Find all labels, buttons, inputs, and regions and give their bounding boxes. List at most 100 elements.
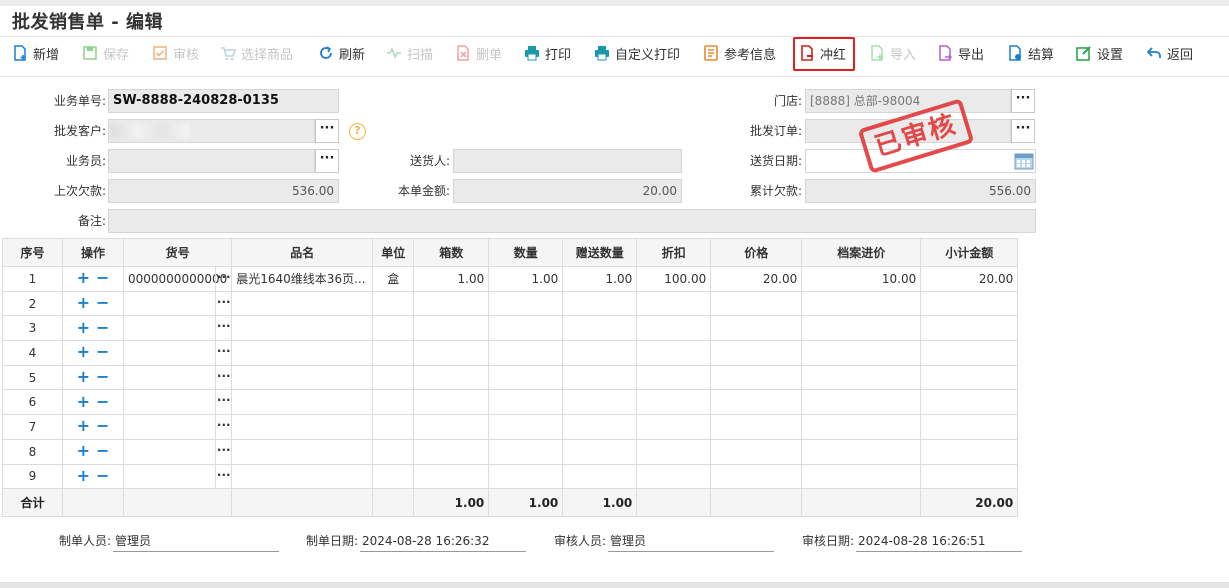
- save-button[interactable]: 保存: [82, 43, 129, 63]
- unit-cell[interactable]: [372, 315, 415, 342]
- select-button[interactable]: 选择商品: [220, 43, 293, 63]
- remark-field[interactable]: [108, 209, 1036, 233]
- add-row-icon[interactable]: +: [77, 270, 90, 286]
- table-row[interactable]: 6 + − ···: [2, 389, 1019, 416]
- unit-cell[interactable]: [372, 463, 415, 490]
- item-name-cell[interactable]: [231, 340, 374, 366]
- item-code-cell[interactable]: ···: [122, 389, 233, 416]
- boxes-cell[interactable]: [413, 290, 490, 317]
- remove-row-icon[interactable]: −: [96, 443, 109, 459]
- remove-row-icon[interactable]: −: [96, 393, 109, 409]
- settle-button[interactable]: 结算: [1007, 43, 1054, 63]
- unit-cell[interactable]: [372, 290, 415, 317]
- scan-button[interactable]: 扫描: [386, 43, 433, 63]
- gift-cell[interactable]: [562, 340, 638, 366]
- unit-cell[interactable]: [372, 364, 415, 391]
- cost-cell[interactable]: [801, 463, 922, 490]
- add-row-icon[interactable]: +: [77, 319, 90, 335]
- salesman-picker-button[interactable]: ···: [315, 149, 339, 173]
- item-code-cell[interactable]: 0000000000000 ···: [122, 266, 233, 292]
- subtotal-cell[interactable]: [920, 290, 1019, 317]
- calendar-icon[interactable]: [1014, 152, 1034, 170]
- cost-cell[interactable]: [801, 290, 922, 317]
- item-code-cell[interactable]: ···: [122, 290, 233, 317]
- add-row-icon[interactable]: +: [77, 467, 90, 483]
- amount-field[interactable]: 20.00: [453, 179, 682, 203]
- remove-row-icon[interactable]: −: [96, 418, 109, 434]
- remove-row-icon[interactable]: −: [96, 295, 109, 311]
- add-row-icon[interactable]: +: [77, 393, 90, 409]
- cost-cell[interactable]: [801, 340, 922, 366]
- item-code-cell[interactable]: ···: [122, 414, 233, 440]
- qty-cell[interactable]: [488, 315, 564, 342]
- unit-cell[interactable]: [372, 389, 415, 416]
- gift-cell[interactable]: [562, 414, 638, 440]
- gift-cell[interactable]: [562, 389, 638, 416]
- qty-cell[interactable]: [488, 290, 564, 317]
- discount-cell[interactable]: [636, 315, 712, 342]
- gift-cell[interactable]: 1.00: [562, 266, 638, 292]
- qty-cell[interactable]: [488, 414, 564, 440]
- cost-cell[interactable]: [801, 389, 922, 416]
- price-cell[interactable]: [710, 364, 803, 391]
- item-picker-button[interactable]: ···: [215, 366, 231, 389]
- subtotal-cell[interactable]: 20.00: [920, 266, 1019, 292]
- gift-cell[interactable]: [562, 364, 638, 391]
- boxes-cell[interactable]: [413, 315, 490, 342]
- item-code-cell[interactable]: ···: [122, 364, 233, 391]
- reference-button[interactable]: 参考信息: [703, 43, 776, 63]
- add-button[interactable]: 新增: [12, 43, 59, 63]
- table-row[interactable]: 9 + − ···: [2, 463, 1019, 490]
- price-cell[interactable]: [710, 414, 803, 440]
- table-row[interactable]: 2 + − ···: [2, 290, 1019, 317]
- store-field[interactable]: [8888] 总部-98004: [805, 89, 1011, 113]
- discount-cell[interactable]: [636, 414, 712, 440]
- table-row[interactable]: 1 + −0000000000000 ··· 晨光1640维线本36页... 盒 1.00 1…: [2, 266, 1019, 292]
- discount-cell[interactable]: 100.00: [636, 266, 712, 292]
- item-code-cell[interactable]: ···: [122, 340, 233, 366]
- deliverer-field[interactable]: [453, 149, 682, 173]
- add-row-icon[interactable]: +: [77, 369, 90, 385]
- discount-cell[interactable]: [636, 290, 712, 317]
- item-picker-button[interactable]: ···: [215, 267, 231, 291]
- boxes-cell[interactable]: [413, 463, 490, 490]
- subtotal-cell[interactable]: [920, 389, 1019, 416]
- export-button[interactable]: 导出: [937, 43, 984, 63]
- price-cell[interactable]: 20.00: [710, 266, 803, 292]
- subtotal-cell[interactable]: [920, 438, 1019, 465]
- item-name-cell[interactable]: [231, 315, 374, 342]
- unit-cell[interactable]: [372, 414, 415, 440]
- cost-cell[interactable]: [801, 364, 922, 391]
- audit-button[interactable]: 审核: [152, 43, 199, 63]
- item-name-cell[interactable]: [231, 463, 374, 490]
- custom-print-button[interactable]: 自定义打印: [594, 43, 680, 63]
- customer-picker-button[interactable]: ···: [315, 119, 339, 143]
- boxes-cell[interactable]: [413, 340, 490, 366]
- item-picker-button[interactable]: ···: [215, 341, 231, 365]
- order-no-field[interactable]: SW-8888-240828-0135: [108, 89, 339, 113]
- subtotal-cell[interactable]: [920, 414, 1019, 440]
- salesman-field[interactable]: [108, 149, 315, 173]
- unit-cell[interactable]: [372, 438, 415, 465]
- gift-cell[interactable]: [562, 315, 638, 342]
- item-code-cell[interactable]: ···: [122, 438, 233, 465]
- boxes-cell[interactable]: 1.00: [413, 266, 490, 292]
- print-button[interactable]: 打印: [524, 43, 571, 63]
- unit-cell[interactable]: 盒: [372, 266, 415, 292]
- table-row[interactable]: 5 + − ···: [2, 364, 1019, 391]
- remove-row-icon[interactable]: −: [96, 270, 109, 286]
- item-picker-button[interactable]: ···: [215, 464, 231, 488]
- cost-cell[interactable]: [801, 414, 922, 440]
- remove-row-icon[interactable]: −: [96, 467, 109, 483]
- item-picker-button[interactable]: ···: [215, 390, 231, 414]
- table-row[interactable]: 7 + − ···: [2, 414, 1019, 440]
- back-button[interactable]: 返回: [1146, 43, 1193, 63]
- boxes-cell[interactable]: [413, 364, 490, 391]
- help-question-icon[interactable]: ?: [349, 123, 366, 140]
- price-cell[interactable]: [710, 463, 803, 490]
- item-picker-button[interactable]: ···: [215, 316, 231, 340]
- qty-cell[interactable]: [488, 364, 564, 391]
- remove-row-icon[interactable]: −: [96, 369, 109, 385]
- add-row-icon[interactable]: +: [77, 295, 90, 311]
- item-name-cell[interactable]: [231, 290, 374, 317]
